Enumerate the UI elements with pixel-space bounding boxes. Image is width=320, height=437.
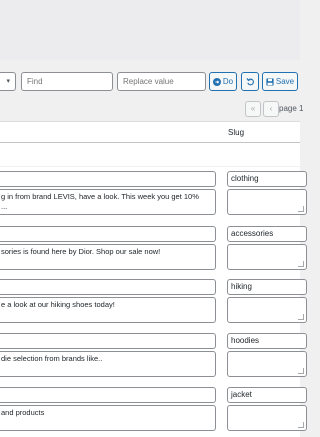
replace-input[interactable] [117, 72, 206, 91]
slug-extra-textarea[interactable] [227, 297, 307, 323]
page-indicator: page 1 [279, 104, 304, 113]
resize-handle[interactable] [298, 206, 304, 212]
name-input[interactable] [0, 333, 216, 349]
bulk-edit-toolbar: ▾ Do Save [0, 72, 300, 94]
resize-handle[interactable] [298, 314, 304, 320]
name-input[interactable] [0, 171, 216, 187]
save-button[interactable]: Save [262, 72, 298, 91]
previous-page-button[interactable]: ‹ [263, 101, 279, 117]
slug-input[interactable]: jacket [227, 387, 307, 403]
slug-input[interactable]: accessories [227, 226, 307, 242]
slug-input[interactable]: clothing [227, 171, 307, 187]
field-select[interactable]: ▾ [0, 72, 16, 91]
save-button-label: Save [275, 77, 295, 86]
chevron-down-icon: ▾ [6, 78, 10, 85]
floppy-disk-icon [266, 77, 274, 86]
name-input[interactable] [0, 279, 216, 295]
resize-handle[interactable] [298, 261, 304, 267]
undo-button[interactable] [241, 72, 259, 91]
slug-extra-textarea[interactable] [227, 405, 307, 431]
description-textarea[interactable]: sories is found here by Dior. Shop our s… [0, 244, 216, 270]
undo-icon [245, 78, 254, 86]
page-header-band [0, 0, 300, 60]
description-textarea[interactable]: and products [0, 405, 216, 431]
slug-input[interactable]: hiking [227, 279, 307, 295]
find-input[interactable] [21, 72, 113, 91]
resize-handle[interactable] [298, 368, 304, 374]
table-header: Slug [0, 122, 300, 143]
resize-handle[interactable] [298, 422, 304, 428]
slug-extra-textarea[interactable] [227, 351, 307, 377]
empty-row [0, 143, 300, 167]
name-input[interactable] [0, 387, 216, 403]
slug-input[interactable]: hoodies [227, 333, 307, 349]
description-textarea[interactable]: e a look at our hiking shoes today! [0, 297, 216, 323]
arrow-right-circle-icon [212, 77, 221, 86]
first-page-button[interactable]: « [245, 101, 261, 117]
do-button[interactable]: Do [209, 72, 237, 91]
description-textarea[interactable]: die selection from brands like.. [0, 351, 216, 377]
categories-table: Slug g in from brand LEVIS, have a look.… [0, 121, 307, 437]
slug-extra-textarea[interactable] [227, 189, 307, 215]
do-button-label: Do [222, 77, 234, 86]
slug-extra-textarea[interactable] [227, 244, 307, 270]
description-textarea[interactable]: g in from brand LEVIS, have a look. This… [0, 189, 216, 215]
name-input[interactable] [0, 226, 216, 242]
column-header-slug: Slug [228, 128, 245, 137]
